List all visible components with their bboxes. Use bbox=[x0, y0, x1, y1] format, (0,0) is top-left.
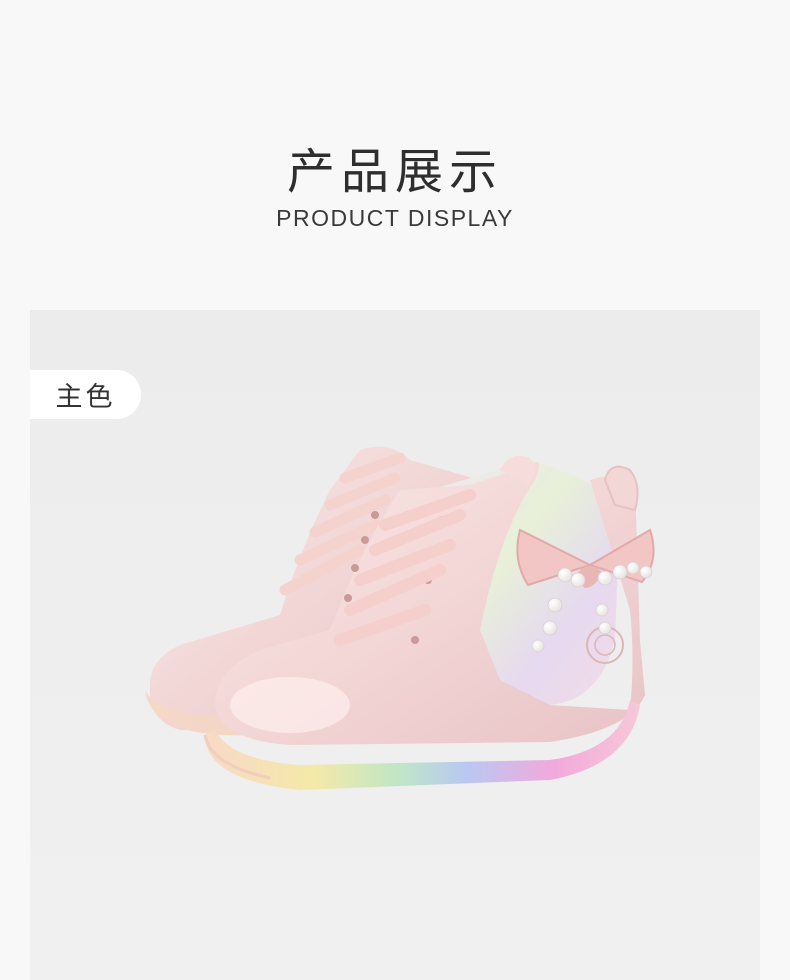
section-header: 产品展示 PRODUCT DISPLAY bbox=[0, 0, 790, 310]
boots-illustration bbox=[145, 446, 655, 790]
product-photo: 主色 bbox=[30, 310, 760, 980]
section-subtitle: PRODUCT DISPLAY bbox=[276, 205, 514, 231]
color-tag[interactable]: 主色 bbox=[30, 370, 141, 419]
section-title: 产品展示 bbox=[286, 144, 503, 200]
